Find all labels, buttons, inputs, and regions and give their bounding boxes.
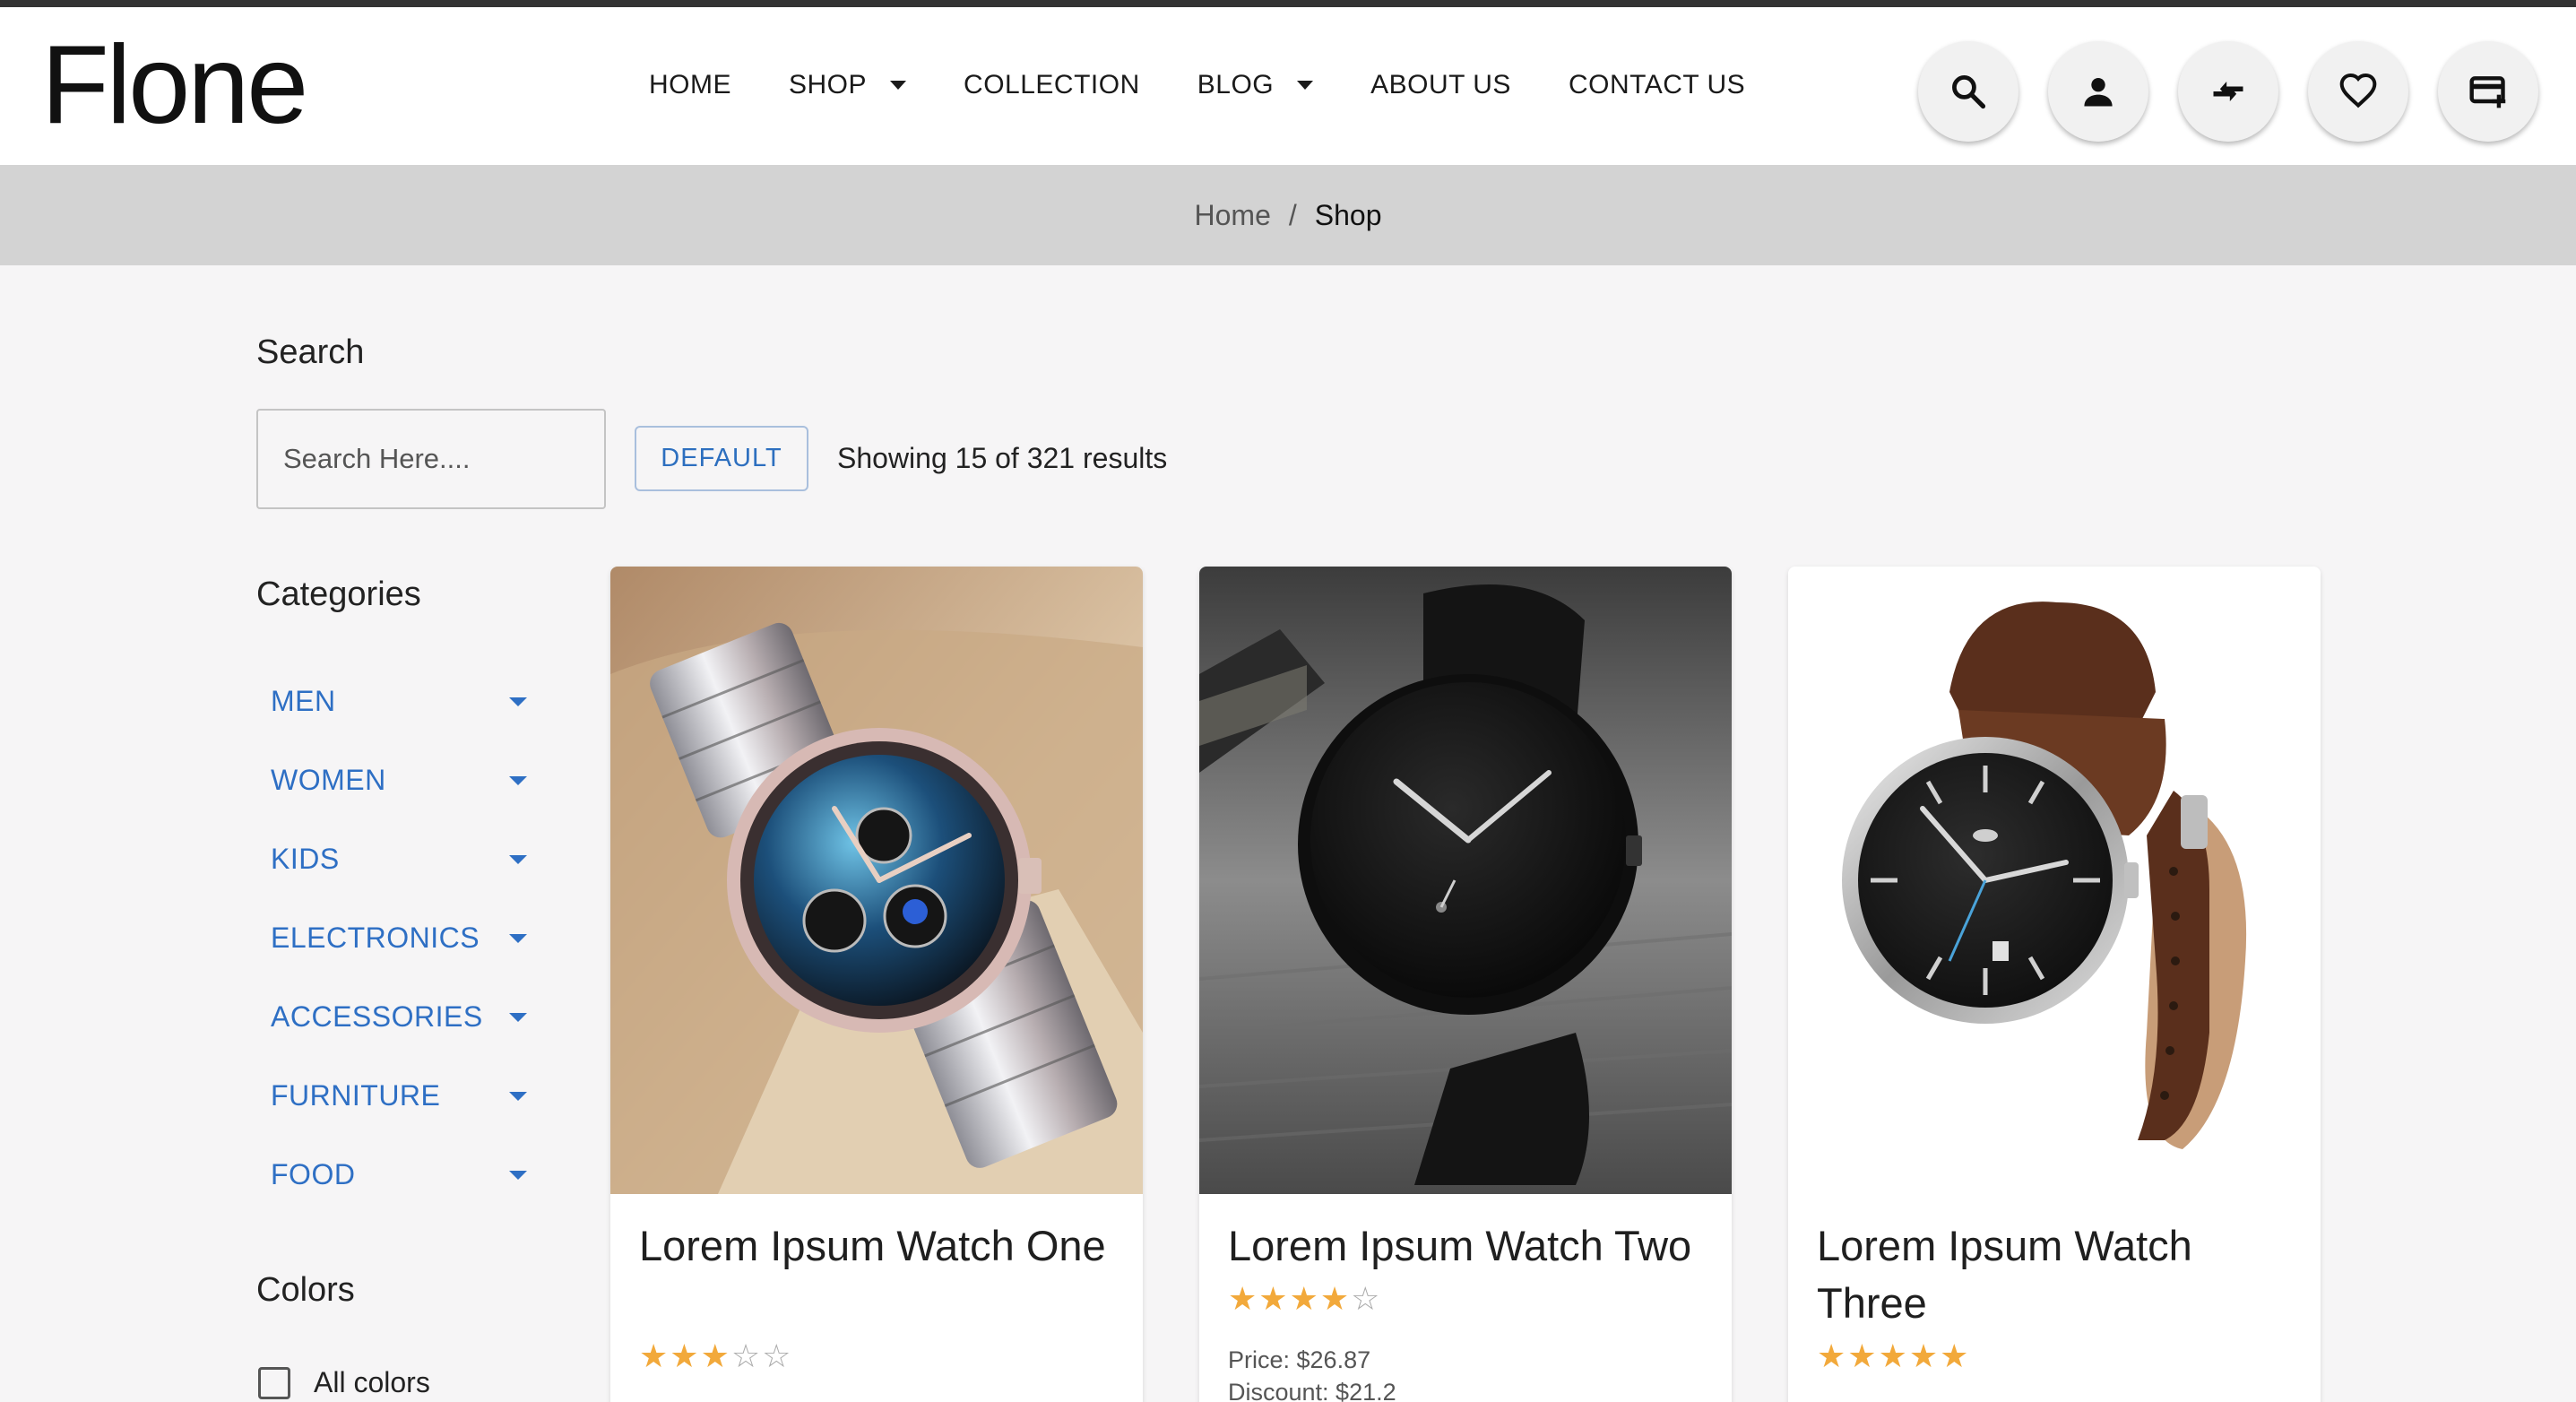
nav-label: BLOG [1197,70,1275,100]
top-accent-bar [0,0,2576,7]
category-label: FOOD [271,1157,356,1190]
category-label: ELECTRONICS [271,921,480,954]
star-empty-icon: ☆ [762,1337,793,1374]
caret-down-icon [509,776,527,785]
product-image[interactable] [610,567,1143,1194]
user-icon [2084,77,2113,107]
nav-label: COLLECTION [964,70,1140,100]
nav-label: CONTACT US [1568,70,1746,100]
search-icon [1952,75,1986,109]
results-count: Showing 15 of 321 results [837,442,1168,474]
star-filled-icon: ★ [670,1337,701,1374]
caret-down-icon [890,81,907,90]
color-option-all[interactable]: All colors [258,1366,430,1399]
category-furniture[interactable]: FURNITURE [271,1056,531,1135]
nav-label: SHOP [789,70,868,100]
caret-down-icon [509,934,527,943]
star-filled-icon: ★ [1228,1280,1259,1317]
category-label: WOMEN [271,763,386,796]
cart-button[interactable] [2438,41,2538,142]
watch-three-image [1788,567,2321,1194]
account-button[interactable] [2048,41,2148,142]
category-food[interactable]: FOOD [271,1135,531,1214]
product-image[interactable] [1788,567,2321,1194]
category-women[interactable]: WOMEN [271,740,531,819]
header-actions [1918,41,2568,142]
product-rating: ★ ★ ★ ★ ★ [1817,1337,1970,1375]
product-title[interactable]: Lorem Ipsum Watch Three [1817,1217,2301,1332]
star-empty-icon: ☆ [1351,1280,1382,1317]
caret-down-icon [1297,81,1314,90]
star-filled-icon: ★ [1817,1337,1848,1374]
watch-one-image [610,567,1143,1194]
sort-default-button[interactable]: DEFAULT [635,426,808,491]
caret-down-icon [509,855,527,864]
cart-icon [2469,76,2506,108]
color-option-label: All colors [314,1366,430,1398]
nav-label: ABOUT US [1370,70,1511,100]
wishlist-button[interactable] [2308,41,2408,142]
category-kids[interactable]: KIDS [271,819,531,898]
site-header: Flone HOME SHOP COLLECTION BLOG ABOUT US… [0,7,2576,165]
star-filled-icon: ★ [1940,1337,1971,1374]
product-rating: ★ ★ ★ ☆ ☆ [639,1337,792,1375]
caret-down-icon [509,697,527,706]
compare-button[interactable] [2178,41,2278,142]
caret-down-icon [509,1171,527,1180]
caret-down-icon [509,1013,527,1022]
category-electronics[interactable]: ELECTRONICS [271,898,531,977]
product-title[interactable]: Lorem Ipsum Watch Two [1228,1217,1712,1275]
category-list: MEN WOMEN KIDS ELECTRONICS ACCESSORIES F… [271,662,531,1214]
product-rating: ★ ★ ★ ★ ☆ [1228,1280,1381,1318]
search-input[interactable] [256,409,606,509]
breadcrumb: Home / Shop [0,165,2576,265]
breadcrumb-current: Shop [1314,198,1382,231]
star-filled-icon: ★ [1289,1280,1320,1317]
caret-down-icon [509,1092,527,1101]
star-filled-icon: ★ [639,1337,670,1374]
star-empty-icon: ☆ [730,1337,763,1374]
watch-two-image [1199,567,1732,1194]
nav-blog[interactable]: BLOG [1197,70,1314,100]
category-label: ACCESSORIES [271,1000,483,1033]
search-heading: Search [256,333,365,371]
all-colors-checkbox[interactable] [258,1366,290,1399]
compare-icon [2213,82,2243,101]
nav-about[interactable]: ABOUT US [1370,70,1511,100]
nav-contact[interactable]: CONTACT US [1569,70,1745,100]
categories-heading: Categories [256,576,421,613]
category-accessories[interactable]: ACCESSORIES [271,977,531,1056]
product-price: Price: $26.87 [1228,1346,1371,1373]
breadcrumb-home-link[interactable]: Home [1195,199,1271,232]
search-button[interactable] [1918,41,2018,142]
category-label: MEN [271,684,336,717]
product-card[interactable]: Lorem Ipsum Watch Two ★ ★ ★ ★ ☆ Price: $26.8… [1199,567,1732,1402]
star-filled-icon: ★ [1847,1337,1879,1374]
nav-collection[interactable]: COLLECTION [964,70,1140,100]
colors-heading: Colors [256,1271,355,1309]
nav-shop[interactable]: SHOP [789,70,907,100]
star-filled-icon: ★ [1908,1337,1941,1374]
product-image[interactable] [1199,567,1732,1194]
star-filled-icon: ★ [1319,1280,1352,1317]
product-discount: Discount: $21.2 [1228,1379,1396,1402]
category-men[interactable]: MEN [271,662,531,740]
nav-home[interactable]: HOME [649,70,731,100]
star-filled-icon: ★ [1878,1337,1909,1374]
product-card[interactable]: Lorem Ipsum Watch One ★ ★ ★ ☆ ☆ [610,567,1143,1402]
category-label: KIDS [271,842,340,875]
star-filled-icon: ★ [700,1337,731,1374]
star-filled-icon: ★ [1258,1280,1290,1317]
nav-label: HOME [649,70,731,100]
site-logo[interactable]: Flone [41,27,308,143]
product-card[interactable]: Lorem Ipsum Watch Three ★ ★ ★ ★ ★ [1788,567,2321,1402]
heart-icon [2339,74,2377,108]
main-nav: HOME SHOP COLLECTION BLOG ABOUT US CONTA… [649,70,1802,100]
product-title[interactable]: Lorem Ipsum Watch One [639,1217,1123,1275]
breadcrumb-separator: / [1288,198,1297,231]
category-label: FURNITURE [271,1078,441,1112]
